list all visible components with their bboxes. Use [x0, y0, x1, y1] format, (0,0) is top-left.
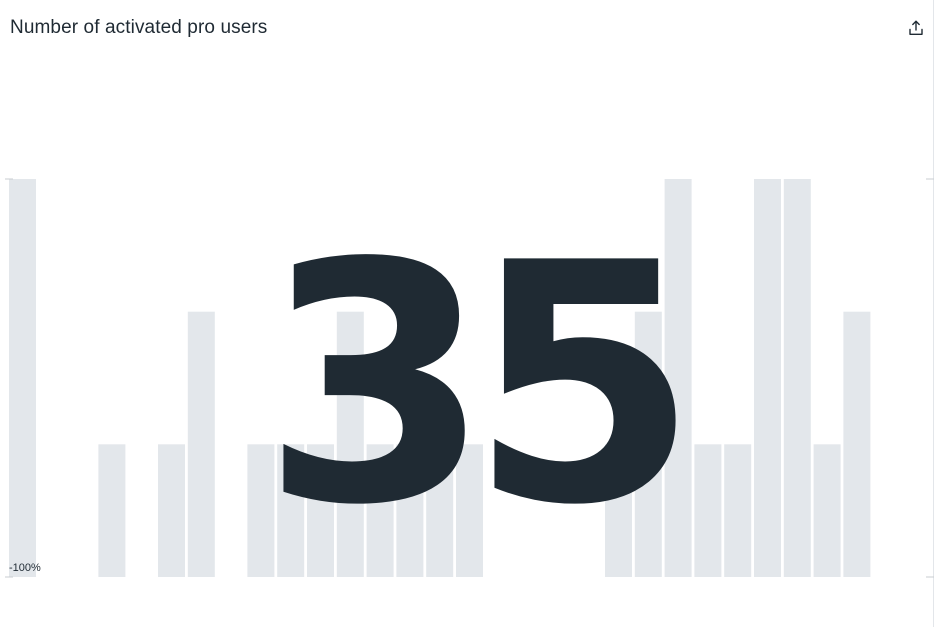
chart-bar	[634, 311, 662, 577]
chart-bar	[813, 444, 841, 577]
chart-bar	[366, 444, 394, 577]
chart-bar	[247, 444, 275, 577]
chart-bar	[664, 179, 692, 577]
chart-bar	[694, 444, 722, 577]
chart-bar	[426, 444, 454, 577]
chart-bar	[277, 444, 305, 577]
chart-bar	[456, 444, 483, 577]
chart-bar	[783, 179, 811, 577]
change-percentage: -100%	[9, 562, 41, 574]
chart-bar	[754, 179, 781, 577]
chart-bar	[307, 444, 334, 577]
chart-bar	[396, 444, 424, 577]
sparkline-bar-chart	[5, 178, 934, 578]
chart-bar	[336, 311, 364, 577]
chart-bar	[605, 444, 632, 577]
share-upload-icon	[909, 20, 923, 35]
export-button[interactable]	[904, 16, 928, 40]
widget-title: Number of activated pro users	[10, 17, 268, 38]
chart-bar	[158, 444, 185, 577]
chart-bar	[843, 311, 871, 577]
chart-bar	[724, 444, 752, 577]
chart-bar	[98, 444, 126, 577]
chart-bar	[9, 179, 36, 577]
chart-bar	[187, 311, 215, 577]
metric-widget: Number of activated pro users 35 -100%	[0, 0, 938, 627]
